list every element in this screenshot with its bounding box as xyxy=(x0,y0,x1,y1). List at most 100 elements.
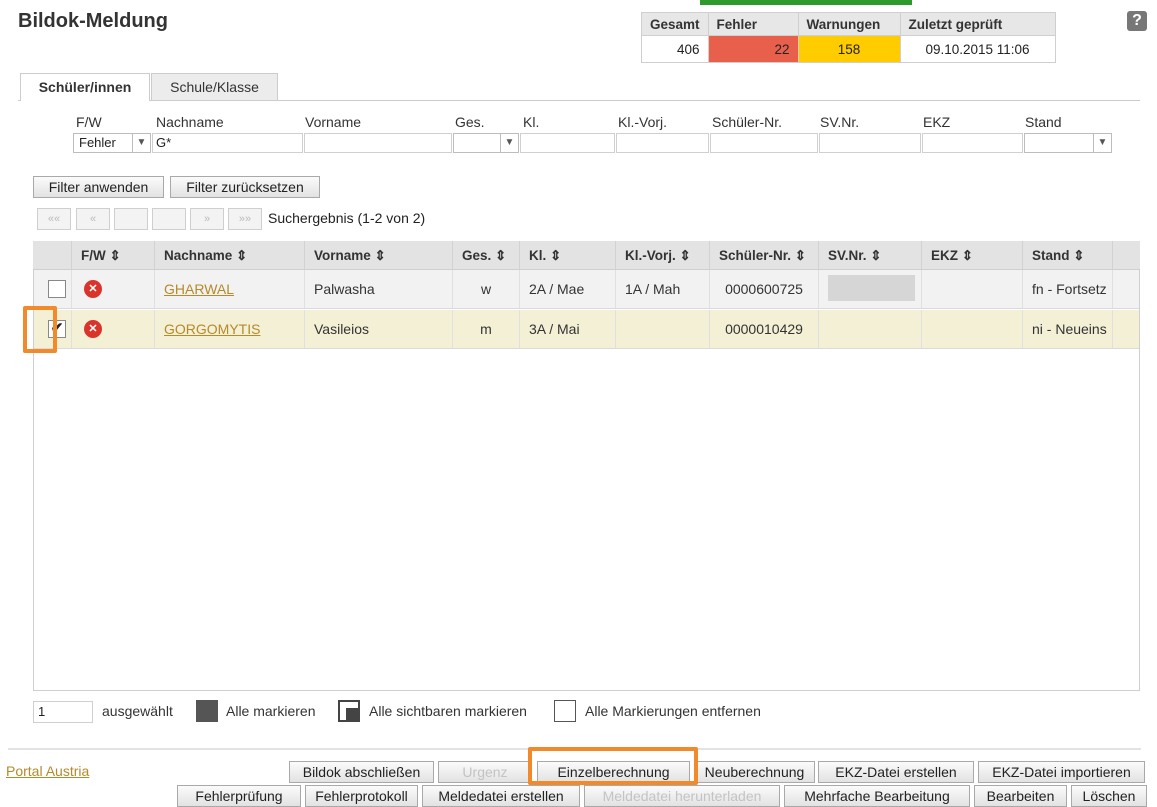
filter-fw-value: Fehler xyxy=(79,135,116,150)
mark-all-icon[interactable] xyxy=(196,700,218,722)
selected-label: ausgewählt xyxy=(102,703,173,719)
ekz-datei-erstellen-button[interactable]: EKZ-Datei erstellen xyxy=(818,761,974,783)
filter-ekz-input[interactable] xyxy=(922,133,1023,153)
fehlerpruefung-button[interactable]: Fehlerprüfung xyxy=(177,785,301,807)
bearbeiten-button[interactable]: Bearbeiten xyxy=(974,785,1067,807)
filter-kl-input[interactable] xyxy=(520,133,615,153)
filter-label-stand: Stand xyxy=(1025,114,1062,130)
error-icon: ✕ xyxy=(84,320,102,338)
row-nachname-link[interactable]: GORGOMYTIS xyxy=(164,321,260,337)
grid-header-sv-nr[interactable]: SV.Nr. ⇕ xyxy=(819,241,922,270)
row-ekz xyxy=(922,270,1023,308)
filter-nachname-input[interactable]: G* xyxy=(152,133,303,153)
table-row[interactable]: ✕ GHARWAL Palwasha w 2A / Mae 1A / Mah 0… xyxy=(34,270,1139,309)
row-stand: fn - Fortsetz xyxy=(1023,270,1113,308)
grid-header-stand[interactable]: Stand ⇕ xyxy=(1023,241,1113,270)
mark-visible-link[interactable]: Alle sichtbaren markieren xyxy=(369,703,527,719)
grid-header-kl-vorj[interactable]: Kl.-Vorj. ⇕ xyxy=(616,241,710,270)
filter-schueler-nr-input[interactable] xyxy=(710,133,818,153)
meldedatei-erstellen-button[interactable]: Meldedatei erstellen xyxy=(422,785,580,807)
unmark-all-link[interactable]: Alle Markierungen entfernen xyxy=(585,703,761,719)
grid-header-ges[interactable]: Ges. ⇕ xyxy=(453,241,520,270)
grid-header-nachname[interactable]: Nachname ⇕ xyxy=(155,241,305,270)
row-select-cell xyxy=(34,270,72,308)
page-title: Bildok-Meldung xyxy=(18,10,168,32)
footer-divider xyxy=(8,748,1141,750)
filter-stand-select[interactable]: ▼ xyxy=(1024,133,1112,153)
stats-value-gesamt: 406 xyxy=(641,35,709,63)
filter-label-ekz: EKZ xyxy=(923,114,951,130)
tab-schule-klasse[interactable]: Schule/Klasse xyxy=(151,73,278,100)
chevron-down-icon: ▼ xyxy=(500,134,518,152)
pager-last-button[interactable]: »» xyxy=(228,208,262,230)
filter-label-ges: Ges. xyxy=(455,114,485,130)
grid-header-vorname[interactable]: Vorname ⇕ xyxy=(305,241,453,270)
grid-header-kl[interactable]: Kl. ⇕ xyxy=(520,241,616,270)
bildok-abschliessen-button[interactable]: Bildok abschließen xyxy=(289,761,434,783)
row-kl-vorj xyxy=(616,310,710,348)
pager-next-button[interactable]: » xyxy=(190,208,224,230)
row-ges: w xyxy=(453,270,520,308)
tab-schueler[interactable]: Schüler/innen xyxy=(20,73,150,101)
table-row[interactable]: ✔ ✕ GORGOMYTIS Vasileios m 3A / Mai 0000… xyxy=(34,310,1139,349)
filter-label-vorname: Vorname xyxy=(305,114,362,130)
meldedatei-herunterladen-button: Meldedatei herunterladen xyxy=(584,785,780,807)
top-accent-bar xyxy=(700,0,912,5)
filter-sv-nr-input[interactable] xyxy=(819,133,921,153)
filter-label-sv-nr: SV.Nr. xyxy=(820,114,860,130)
pager-first-button[interactable]: «« xyxy=(37,208,71,230)
mark-visible-icon[interactable] xyxy=(338,700,360,722)
unmark-all-icon[interactable] xyxy=(554,700,576,722)
ekz-datei-importieren-button[interactable]: EKZ-Datei importieren xyxy=(978,761,1145,783)
filter-fw-select[interactable]: Fehler ▼ xyxy=(73,133,151,153)
filter-apply-button[interactable]: Filter anwenden xyxy=(33,176,164,198)
filter-label-fw: F/W xyxy=(76,114,102,130)
row-sv-nr xyxy=(819,310,922,348)
fehlerprotokoll-button[interactable]: Fehlerprotokoll xyxy=(305,785,418,807)
grid-header: F/W ⇕ Nachname ⇕ Vorname ⇕ Ges. ⇕ Kl. ⇕ … xyxy=(33,241,1140,270)
einzelberechnung-button[interactable]: Einzelberechnung xyxy=(537,761,690,783)
mark-all-link[interactable]: Alle markieren xyxy=(226,703,315,719)
stats-value-fehler: 22 xyxy=(707,35,799,63)
row-checkbox[interactable] xyxy=(48,280,66,298)
grid-header-schueler-nr[interactable]: Schüler-Nr. ⇕ xyxy=(710,241,819,270)
error-icon: ✕ xyxy=(84,280,102,298)
grid-header-ekz[interactable]: EKZ ⇕ xyxy=(922,241,1023,270)
filter-label-schueler-nr: Schüler-Nr. xyxy=(712,114,783,130)
stats-header-fehler: Fehler xyxy=(707,12,799,36)
stats-table: Gesamt Fehler Warnungen Zuletzt geprüft … xyxy=(641,12,1056,63)
row-nachname-cell: GHARWAL xyxy=(155,270,305,308)
row-stand: ni - Neueins xyxy=(1023,310,1113,348)
stats-header-gesamt: Gesamt xyxy=(641,12,709,36)
grid-header-fw[interactable]: F/W ⇕ xyxy=(72,241,155,270)
help-icon[interactable]: ? xyxy=(1127,11,1147,31)
chevron-down-icon: ▼ xyxy=(1093,134,1111,152)
row-ekz xyxy=(922,310,1023,348)
urgenz-button: Urgenz xyxy=(438,761,532,783)
pager-blank-1 xyxy=(114,208,148,230)
filter-reset-button[interactable]: Filter zurücksetzen xyxy=(170,176,320,198)
row-nachname-link[interactable]: GHARWAL xyxy=(164,281,234,297)
portal-austria-link[interactable]: Portal Austria xyxy=(6,763,89,779)
filter-kl-vorj-input[interactable] xyxy=(616,133,709,153)
row-kl: 3A / Mai xyxy=(520,310,616,348)
stats-header-zuletzt: Zuletzt geprüft xyxy=(899,12,1056,36)
row-ges: m xyxy=(453,310,520,348)
neuberechnung-button[interactable]: Neuberechnung xyxy=(694,761,815,783)
loeschen-button[interactable]: Löschen xyxy=(1071,785,1147,807)
sv-nr-masked-field xyxy=(828,275,915,301)
pager-prev-button[interactable]: « xyxy=(76,208,110,230)
row-checkbox[interactable]: ✔ xyxy=(48,320,66,338)
row-schueler-nr: 0000600725 xyxy=(710,270,819,308)
filter-vorname-input[interactable] xyxy=(304,133,452,153)
mehrfache-bearbeitung-button[interactable]: Mehrfache Bearbeitung xyxy=(784,785,970,807)
chevron-down-icon: ▼ xyxy=(132,134,150,152)
row-fw-cell: ✕ xyxy=(72,310,155,348)
filter-label-kl-vorj: Kl.-Vorj. xyxy=(618,114,668,130)
row-select-cell: ✔ xyxy=(34,310,72,348)
filter-label-kl: Kl. xyxy=(523,114,540,130)
tab-divider xyxy=(18,100,1140,101)
stats-value-zuletzt: 09.10.2015 11:06 xyxy=(899,35,1056,63)
filter-ges-select[interactable]: ▼ xyxy=(453,133,519,153)
row-schueler-nr: 0000010429 xyxy=(710,310,819,348)
